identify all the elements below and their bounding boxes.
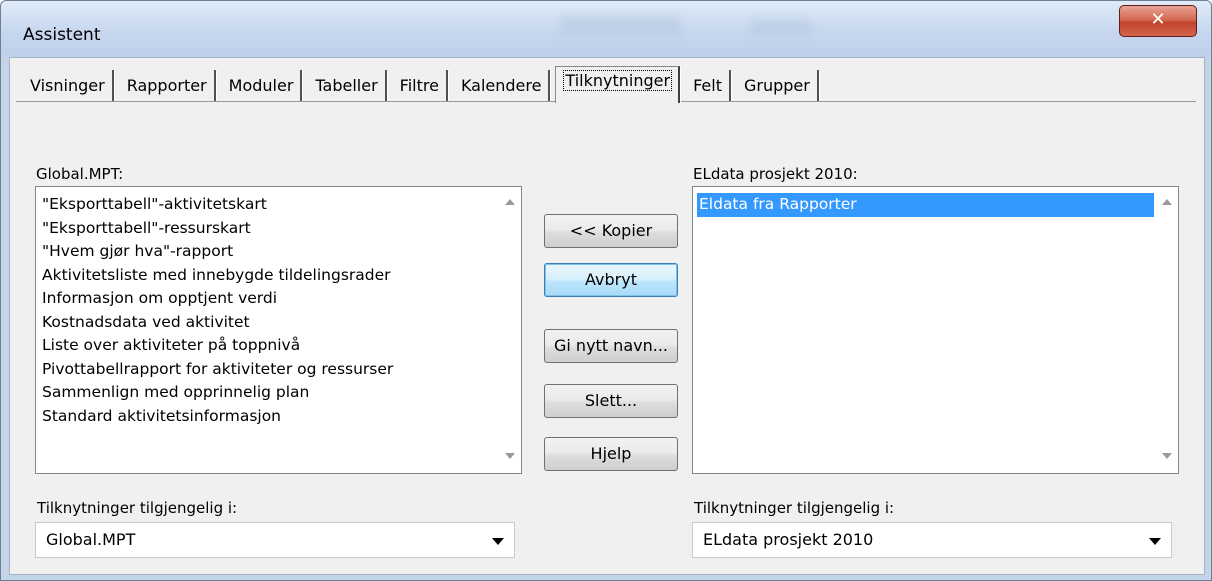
- scroll-down-icon[interactable]: [1162, 453, 1172, 459]
- left-list-items: "Eksporttabell"-aktivitetskart "Eksportta…: [40, 193, 497, 428]
- rename-button[interactable]: Gi nytt navn...: [544, 329, 678, 363]
- tab-rapporter[interactable]: Rapporter: [119, 70, 216, 102]
- list-item[interactable]: Sammenlign med opprinnelig plan: [40, 381, 497, 405]
- tab-grupper[interactable]: Grupper: [736, 70, 819, 102]
- list-item[interactable]: Informasjon om opptjent verdi: [40, 287, 497, 311]
- chevron-down-icon: [1149, 538, 1161, 545]
- left-scrollbar[interactable]: [501, 189, 519, 471]
- delete-button[interactable]: Slett...: [544, 384, 678, 418]
- list-item[interactable]: "Eksporttabell"-aktivitetskart: [40, 193, 497, 217]
- left-list-label: Global.MPT:: [36, 165, 124, 183]
- left-available-label: Tilknytninger tilgjengelig i:: [37, 499, 238, 517]
- scroll-down-icon[interactable]: [505, 453, 515, 459]
- list-item[interactable]: Aktivitetsliste med innebygde tildelings…: [40, 264, 497, 288]
- list-item[interactable]: Kostnadsdata ved aktivitet: [40, 311, 497, 335]
- tab-panel: Global.MPT: "Eksporttabell"-aktivitetska…: [16, 101, 1196, 568]
- tab-tilknytninger[interactable]: Tilknytninger: [555, 66, 681, 103]
- tab-strip: Visninger Rapporter Moduler Tabeller Fil…: [22, 66, 824, 103]
- left-available-select[interactable]: Global.MPT: [35, 522, 515, 558]
- right-list-items: Eldata fra Rapporter: [696, 192, 1155, 218]
- tab-tabeller[interactable]: Tabeller: [307, 70, 387, 102]
- list-item[interactable]: "Eksporttabell"-ressurskart: [40, 217, 497, 241]
- scroll-up-icon[interactable]: [1162, 199, 1172, 205]
- dialog-body: Visninger Rapporter Moduler Tabeller Fil…: [9, 57, 1205, 575]
- list-item[interactable]: Liste over aktiviteter på toppnivå: [40, 334, 497, 358]
- list-item[interactable]: "Hvem gjør hva"-rapport: [40, 240, 497, 264]
- chevron-down-icon: [492, 538, 504, 545]
- window-title: Assistent: [23, 25, 101, 45]
- tab-visninger[interactable]: Visninger: [22, 70, 114, 102]
- right-listbox[interactable]: Eldata fra Rapporter: [692, 186, 1179, 474]
- right-scrollbar[interactable]: [1158, 189, 1176, 471]
- left-listbox[interactable]: "Eksporttabell"-aktivitetskart "Eksportta…: [35, 186, 522, 474]
- background-blur: [561, 15, 681, 35]
- tab-felt[interactable]: Felt: [685, 70, 731, 102]
- cancel-button[interactable]: Avbryt: [544, 263, 678, 297]
- tab-filtre[interactable]: Filtre: [392, 70, 448, 102]
- background-blur: [751, 19, 811, 35]
- right-available-label: Tilknytninger tilgjengelig i:: [694, 499, 895, 517]
- scroll-up-icon[interactable]: [505, 199, 515, 205]
- close-button[interactable]: ✕: [1119, 5, 1197, 37]
- list-item[interactable]: Standard aktivitetsinformasjon: [40, 405, 497, 429]
- right-available-select[interactable]: ELdata prosjekt 2010: [692, 522, 1172, 558]
- close-icon: ✕: [1150, 9, 1166, 30]
- title-bar: Assistent ✕: [1, 1, 1211, 57]
- assistant-dialog: Assistent ✕ Visninger Rapporter Moduler …: [0, 0, 1212, 581]
- right-list-label: ELdata prosjekt 2010:: [693, 165, 858, 183]
- list-item[interactable]: Pivottabellrapport for aktiviteter og re…: [40, 358, 497, 382]
- help-button[interactable]: Hjelp: [544, 437, 678, 471]
- tab-kalendere[interactable]: Kalendere: [453, 70, 551, 102]
- tab-moduler[interactable]: Moduler: [221, 70, 303, 102]
- copy-button[interactable]: << Kopier: [544, 214, 678, 248]
- list-item[interactable]: Eldata fra Rapporter: [696, 192, 1155, 218]
